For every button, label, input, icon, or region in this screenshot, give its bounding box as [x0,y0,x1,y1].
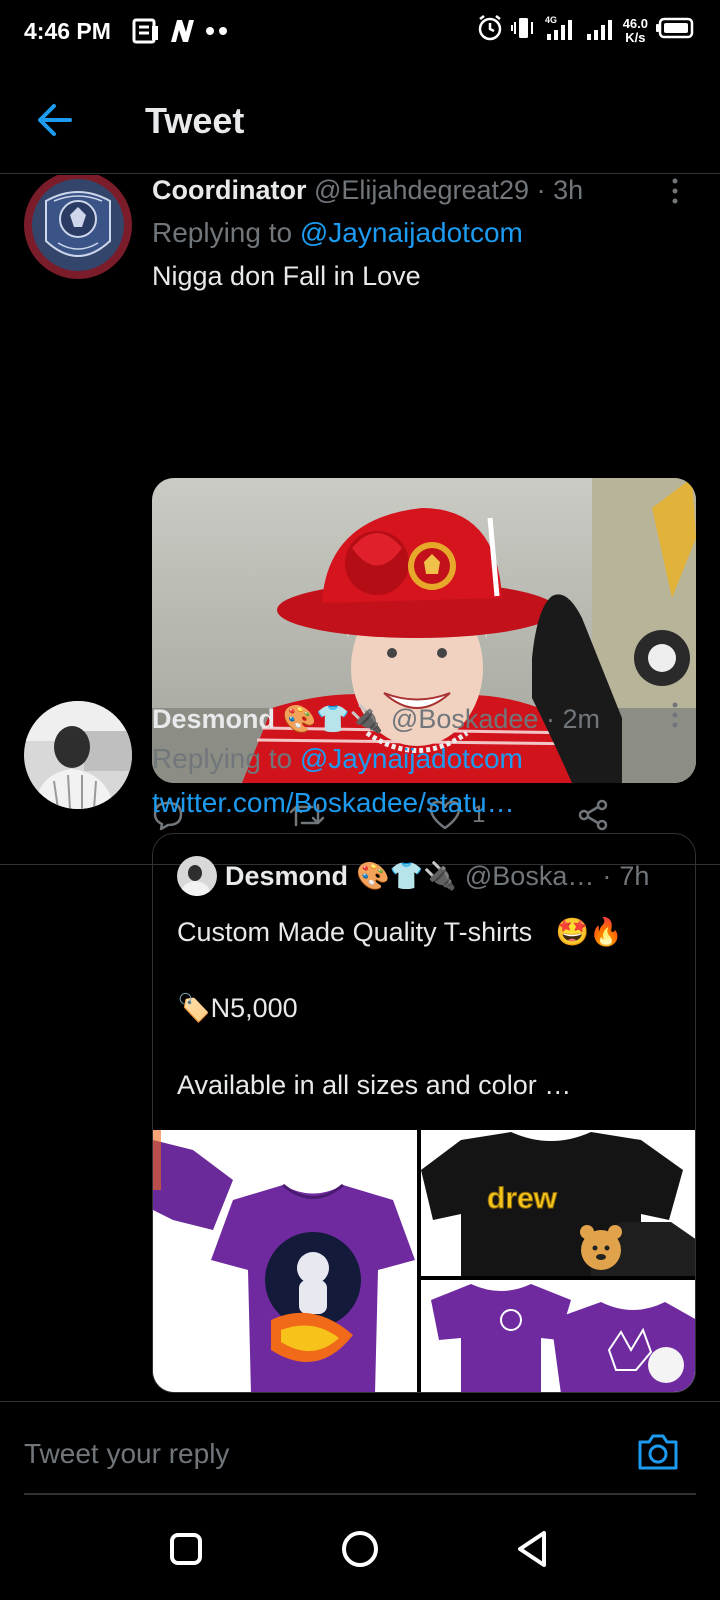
triangle-back-icon [518,1531,546,1567]
status-left-icons [132,18,230,49]
tweet-time: 2m [562,704,600,734]
quote-text-line-3: Available in all sizes and color … [177,1070,572,1100]
separator-dot: · [602,860,612,891]
camera-icon [638,1434,678,1470]
back-button[interactable] [34,100,76,140]
page-title: Tweet [145,100,245,141]
author-name-emoji: 🎨👕🔌 [282,704,384,734]
tweet-header: Desmond 🎨👕🔌 @Boskadee · 2m [152,703,600,735]
quote-header: Desmond 🎨👕🔌 @Boska… · 7h [177,856,649,896]
avatar[interactable] [24,175,132,279]
top-app-bar: Tweet [0,64,720,174]
net-speed-value: 46.0 [622,15,648,31]
tweet-item[interactable]: Desmond 🎨👕🔌 @Boskadee · 2m Replying to @… [0,701,720,1401]
tweet-text: Nigga don Fall in Love [152,261,421,291]
separator-dot: · [536,175,546,205]
reply-composer [0,1401,720,1495]
tweet-link[interactable]: twitter.com/Boskadee/statu… [152,787,515,819]
arrow-left-icon [38,104,72,136]
tweet-header: Coordinator @Elijahdegreat29 · 3h [152,175,583,206]
author-name[interactable]: Coordinator [152,175,307,205]
shirt-drew-text: drew [487,1182,558,1215]
quote-time: 7h [619,860,650,891]
notes-icon [132,18,160,49]
quote-media-grid: drew [153,1130,695,1392]
quote-text-line-1: Custom Made Quality T-shirts 🤩🔥 [177,916,623,948]
vibrate-icon [510,16,535,45]
quote-line-1-emoji: 🤩🔥 [555,917,623,947]
replying-to: Replying to @Jaynaijadotcom [152,743,523,775]
recents-button[interactable] [164,1527,208,1571]
replying-prefix: Replying to [152,217,293,248]
square-icon [170,1533,202,1565]
author-handle[interactable]: @Elijahdegreat29 [314,175,529,205]
net-speed: 46.0 K/s [622,15,648,45]
network-type-label: 4G [545,15,557,25]
quote-line-1-text: Custom Made Quality T-shirts [177,917,533,947]
home-button[interactable] [338,1527,382,1571]
circle-icon [342,1531,378,1567]
status-right-icons: 4G 46.0 K/s [477,14,696,47]
author-name[interactable]: Desmond [152,704,275,734]
price-tag-emoji: 🏷️ [177,993,211,1023]
n-app-icon [168,18,196,49]
dots-icon [204,18,230,49]
separator-dot: · [545,704,555,734]
signal-icon-2 [585,14,615,47]
quote-avatar[interactable] [177,856,217,896]
camera-button[interactable] [636,1432,680,1472]
quote-author-handle: @Boska… [464,860,595,891]
back-nav-button[interactable] [512,1527,556,1571]
net-speed-unit: K/s [625,29,646,45]
status-bar: 4:46 PM 4G 46.0 K/s [0,0,720,64]
quote-author-emoji: 🎨👕🔌 [356,861,457,891]
avatar[interactable] [24,701,132,809]
replying-to: Replying to @Jaynaijadotcom [152,217,523,249]
signal-icon: 4G [543,14,577,47]
status-time: 4:46 PM [24,18,111,44]
reply-feed[interactable]: Coordinator @Elijahdegreat29 · 3h Replyi… [0,175,720,1401]
replying-prefix: Replying to [152,743,293,774]
quoted-tweet[interactable]: Desmond 🎨👕🔌 @Boska… · 7h Custom Made Qua… [152,833,696,1393]
replying-to-link[interactable]: @Jaynaijadotcom [300,743,523,774]
reply-input[interactable] [24,1438,584,1470]
tweet-time: 3h [553,175,584,205]
more-vertical-icon [672,702,678,728]
author-handle[interactable]: @Boskadee [391,704,539,734]
replying-to-link[interactable]: @Jaynaijadotcom [300,217,523,248]
media-tshirt-drew[interactable]: drew [421,1130,695,1276]
media-tshirt-astronaut[interactable] [153,1130,417,1392]
more-options-button[interactable] [670,177,680,207]
media-tshirt-rick[interactable] [421,1280,695,1392]
quote-author-name: Desmond [225,860,349,891]
alarm-icon [477,14,503,47]
quote-price: N5,000 [210,993,298,1023]
battery-icon [656,16,696,45]
more-vertical-icon [672,178,678,204]
more-options-button[interactable] [670,701,680,731]
system-navigation-bar [0,1495,720,1600]
quote-text-line-2: 🏷️N5,000 [177,992,298,1024]
